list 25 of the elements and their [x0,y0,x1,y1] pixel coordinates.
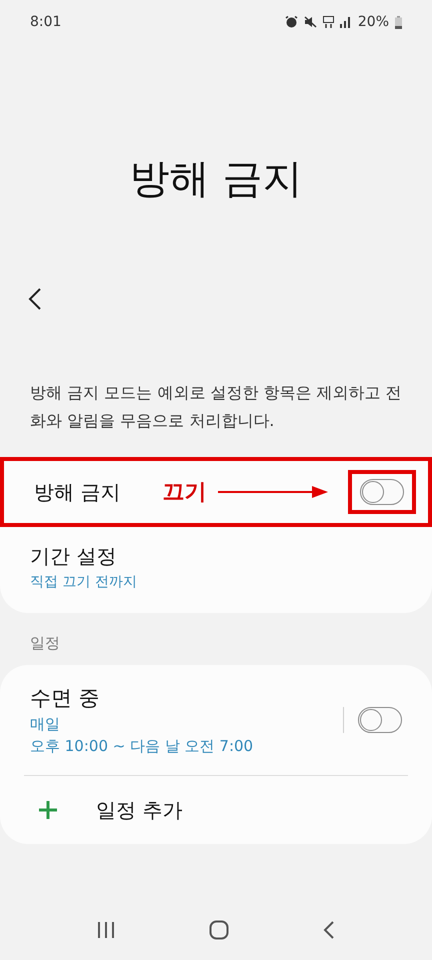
back-icon[interactable] [28,287,42,311]
mute-icon [304,16,317,28]
setting-label: 방해 금지 [34,479,120,506]
home-icon[interactable] [209,920,229,940]
description-text: 방해 금지 모드는 예외로 설정한 항목은 제외하고 전화와 알림을 무음으로 처리합니다. [29,382,403,432]
add-schedule-button[interactable]: 일정 추가 [96,795,182,825]
battery-percent: 20% [358,12,389,32]
plus-icon[interactable] [38,800,58,820]
status-time: 8:01 [30,12,62,32]
toggle-switch[interactable] [358,707,402,733]
toggle-switch[interactable] [360,479,404,505]
alarm-icon [284,16,298,28]
setting-value: 직접 끄기 전까지 [30,573,138,592]
annotation-label: 끄기 [162,478,206,506]
battery-icon [395,16,402,28]
page-title: 방해 금지 [130,156,302,202]
schedule-time: 오후 10:00 ~ 다음 날 오전 7:00 [30,736,254,757]
setting-label: 기간 설정 [30,543,118,570]
back-nav-icon[interactable] [323,920,335,940]
network-icon [322,16,334,28]
signal-icon [340,16,352,28]
recent-apps-icon[interactable] [97,921,115,939]
section-header: 일정 [30,634,60,652]
schedule-title: 수면 중 [30,685,101,712]
schedule-repeat: 매일 [30,714,61,735]
